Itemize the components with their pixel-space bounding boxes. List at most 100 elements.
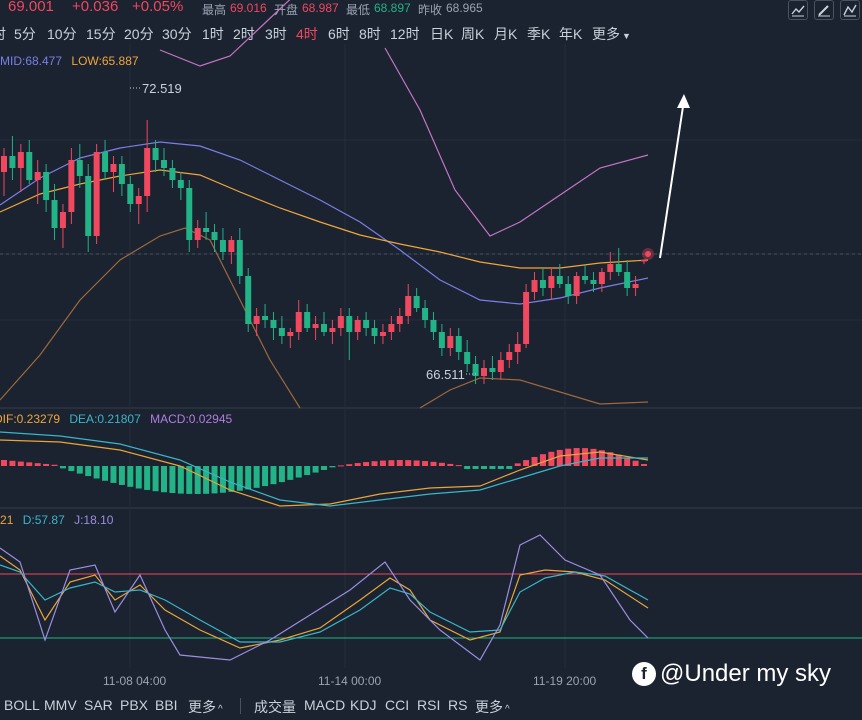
kdj-legend: K:70.21 D:57.87 J:18.10 bbox=[0, 513, 113, 527]
macd-histogram-bar bbox=[236, 466, 243, 491]
candle-body bbox=[363, 320, 370, 328]
macd-histogram-bar bbox=[287, 466, 294, 480]
tab-main-more[interactable]: 更多 ^ bbox=[188, 697, 223, 717]
macd-histogram-bar bbox=[455, 465, 462, 467]
candle-body bbox=[312, 324, 319, 328]
macd-histogram-bar bbox=[85, 466, 92, 477]
tab-boll[interactable]: BOLL bbox=[4, 697, 40, 713]
chart-canvas[interactable] bbox=[0, 0, 862, 720]
macd-histogram-bar bbox=[354, 463, 361, 466]
macd-legend: DIF:0.23279 DEA:0.21807 MACD:0.02945 bbox=[0, 412, 232, 426]
macd-histogram-bar bbox=[118, 466, 125, 485]
candle-body bbox=[236, 240, 243, 276]
macd-histogram-bar bbox=[253, 466, 260, 488]
candle-body bbox=[304, 312, 311, 328]
tab-sub-more[interactable]: 更多 ^ bbox=[475, 697, 510, 717]
macd-histogram-bar bbox=[472, 466, 479, 469]
macd-histogram-bar bbox=[556, 449, 563, 466]
macd-histogram-bar bbox=[127, 466, 134, 487]
tab-main-more-label: 更多 bbox=[188, 699, 216, 715]
candle-body bbox=[321, 324, 327, 332]
candle-body bbox=[531, 280, 538, 292]
candle-body bbox=[270, 320, 277, 328]
candle-body bbox=[523, 292, 530, 344]
candle-body bbox=[59, 212, 66, 228]
candle-body bbox=[287, 332, 294, 336]
candle-body bbox=[144, 148, 151, 196]
kdj-j-line bbox=[0, 534, 649, 661]
tab-cci[interactable]: CCI bbox=[385, 697, 409, 713]
macd-histogram-bar bbox=[379, 460, 386, 466]
tab-bbi[interactable]: BBI bbox=[155, 697, 178, 713]
macd-histogram-bar bbox=[152, 466, 159, 492]
candle-body bbox=[556, 276, 563, 284]
kdj-d-line bbox=[0, 564, 649, 643]
macd-histogram-bar bbox=[363, 462, 370, 466]
macd-histogram-bar bbox=[211, 466, 218, 494]
candle-body bbox=[615, 264, 622, 272]
macd-histogram-bar bbox=[506, 466, 513, 469]
macd-histogram-bar bbox=[405, 460, 412, 466]
candle-body bbox=[203, 228, 210, 232]
candle-body bbox=[219, 240, 226, 252]
macd-histogram-bar bbox=[371, 461, 378, 466]
candle-body bbox=[624, 272, 631, 288]
candle-body bbox=[539, 280, 546, 288]
candle-body bbox=[68, 160, 75, 212]
macd-histogram-bar bbox=[17, 461, 24, 466]
macd-histogram-bar bbox=[464, 466, 471, 469]
macd-histogram-bar bbox=[396, 460, 403, 466]
tab-sar[interactable]: SAR bbox=[84, 697, 113, 713]
candle-body bbox=[413, 296, 420, 308]
candle-body bbox=[514, 344, 521, 352]
candle-body bbox=[607, 264, 614, 272]
candle-body bbox=[396, 316, 403, 324]
candle-body bbox=[152, 148, 159, 160]
tab-macd[interactable]: MACD bbox=[304, 697, 345, 713]
macd-histogram-bar bbox=[641, 464, 647, 466]
macd-histogram-bar bbox=[632, 460, 639, 466]
macd-histogram-bar bbox=[194, 466, 201, 494]
candle-body bbox=[371, 328, 378, 336]
tab-volume[interactable]: 成交量 bbox=[254, 697, 296, 717]
macd-histogram-bar bbox=[329, 466, 336, 468]
macd-histogram-bar bbox=[295, 466, 302, 478]
candle-body bbox=[177, 180, 184, 188]
trend-arrow-head bbox=[677, 94, 690, 108]
candle-body bbox=[295, 312, 302, 332]
candle-body bbox=[169, 168, 176, 180]
macd-histogram-bar bbox=[169, 466, 176, 494]
macd-histogram-bar bbox=[93, 466, 100, 479]
macd-histogram-bar bbox=[278, 466, 285, 483]
candle-body bbox=[497, 360, 504, 372]
candle-body bbox=[438, 332, 445, 348]
watermark: f @Under my sky bbox=[632, 660, 831, 688]
macd-dea-value: DEA:0.21807 bbox=[69, 412, 141, 426]
candle-body bbox=[565, 284, 572, 296]
candle-body bbox=[26, 152, 33, 180]
tab-sub-more-label: 更多 bbox=[475, 699, 503, 715]
candle-body bbox=[76, 160, 83, 176]
candle-body bbox=[388, 324, 395, 332]
candle-body bbox=[598, 272, 605, 284]
tab-rsi[interactable]: RSI bbox=[417, 697, 440, 713]
candle-body bbox=[135, 196, 142, 204]
tab-mmv[interactable]: MMV bbox=[44, 697, 77, 713]
candle-body bbox=[186, 188, 193, 240]
candle-body bbox=[464, 352, 471, 364]
macd-histogram-bar bbox=[135, 466, 142, 489]
tab-rs[interactable]: RS bbox=[448, 697, 467, 713]
macd-histogram-bar bbox=[262, 466, 269, 487]
candle-body bbox=[337, 316, 344, 328]
macd-histogram-bar bbox=[590, 448, 597, 466]
candle-body bbox=[118, 164, 125, 184]
candle-body bbox=[262, 316, 269, 320]
macd-histogram-bar bbox=[304, 466, 311, 476]
caret-up-icon: ^ bbox=[218, 704, 223, 715]
macd-histogram-bar bbox=[422, 461, 429, 466]
candle-body bbox=[379, 332, 386, 336]
macd-histogram-bar bbox=[388, 460, 395, 466]
tab-kdj[interactable]: KDJ bbox=[350, 697, 376, 713]
candle-body bbox=[346, 316, 353, 332]
tab-pbx[interactable]: PBX bbox=[120, 697, 148, 713]
